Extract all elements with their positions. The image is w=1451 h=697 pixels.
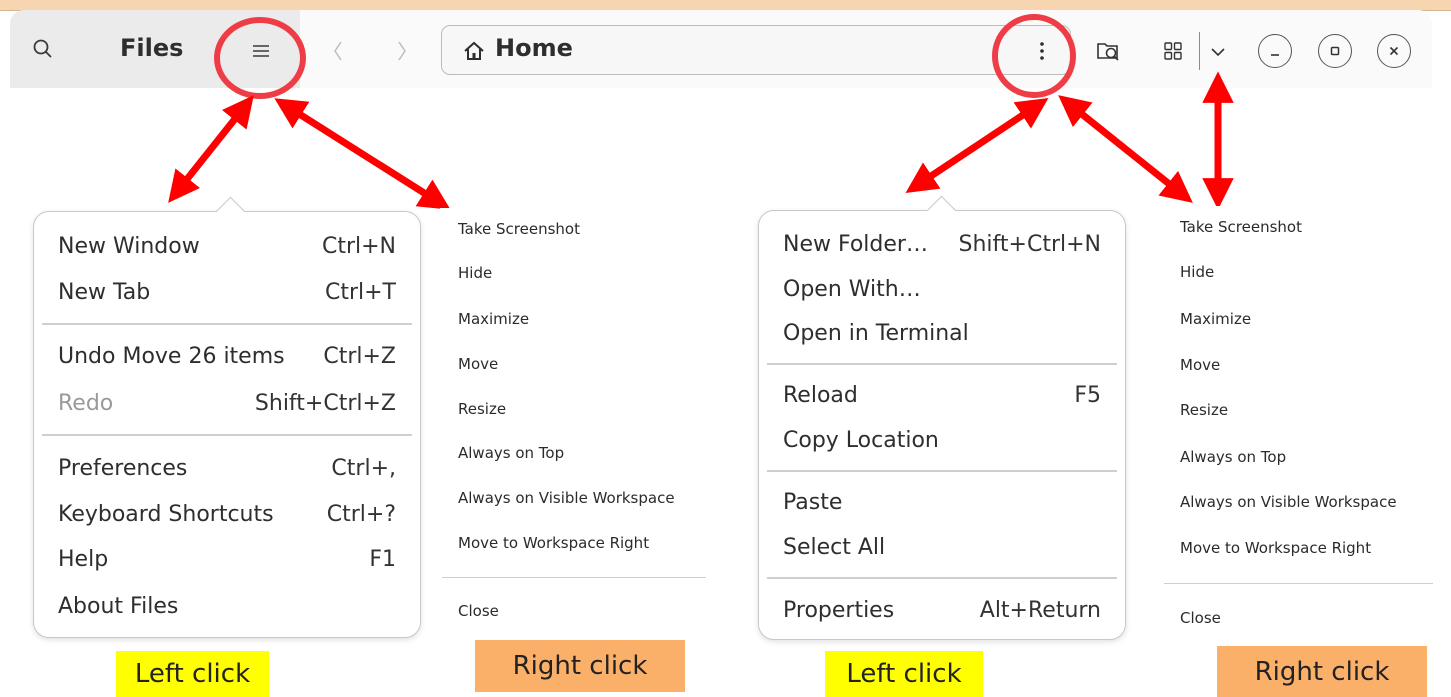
menu-item-label: Redo [58,390,114,416]
ctx-item-hide[interactable]: Hide [1180,263,1214,281]
ctx-item-resize[interactable]: Resize [1180,401,1228,419]
menu-separator [1164,583,1433,584]
menu-separator [42,323,412,325]
menu-item-label: Reload [783,382,858,408]
menu-item-reload[interactable]: Reload F5 [783,375,1101,415]
ctx-item-maximize[interactable]: Maximize [458,310,529,328]
menu-item-accel: Ctrl+N [321,233,396,259]
menu-item-accel: Shift+Ctrl+N [958,231,1101,257]
menu-item-label: Properties [783,597,895,623]
ctx-item-resize[interactable]: Resize [458,400,506,418]
menu-item-label: Copy Location [783,427,939,453]
menu-item-label: New Tab [58,279,151,305]
menu-item-label: Preferences [58,455,188,481]
menu-item-paste[interactable]: Paste [783,482,1101,522]
arrow-hamburger-to-context-menu [274,98,451,210]
menu-item-accel: F5 [1074,382,1101,408]
menu-item-new-window[interactable]: New Window Ctrl+N [58,226,396,266]
menu-item-new-folder[interactable]: New Folder… Shift+Ctrl+N [783,224,1101,264]
kebab-menu-popover: New Folder… Shift+Ctrl+N Open With… Open … [758,195,1126,640]
ctx-item-close[interactable]: Close [1180,609,1221,627]
menu-item-properties[interactable]: Properties Alt+Return [783,590,1101,630]
menu-item-accel: Ctrl+T [324,279,396,305]
menu-separator [767,577,1117,579]
menu-item-new-tab[interactable]: New Tab Ctrl+T [58,272,396,312]
ctx-item-move[interactable]: Move [458,355,498,373]
arrow-kebab-to-right-menu [905,98,1049,193]
window-context-menu-right: Take Screenshot Hide Maximize Move Resiz… [1162,206,1447,646]
ctx-item-always-on-visible-workspace[interactable]: Always on Visible Workspace [1180,493,1397,511]
menu-item-undo[interactable]: Undo Move 26 items Ctrl+Z [58,336,396,376]
ctx-item-take-screenshot[interactable]: Take Screenshot [1180,218,1302,236]
menu-separator [42,434,412,436]
ctx-item-move-to-workspace-right[interactable]: Move to Workspace Right [1180,539,1371,557]
ctx-item-close[interactable]: Close [458,602,499,620]
menu-item-label: Open in Terminal [783,320,969,346]
ctx-item-take-screenshot[interactable]: Take Screenshot [458,220,580,238]
menu-item-preferences[interactable]: Preferences Ctrl+, [58,448,396,488]
menu-item-redo: Redo Shift+Ctrl+Z [58,383,396,423]
ctx-item-always-on-visible-workspace[interactable]: Always on Visible Workspace [458,489,675,507]
menu-item-select-all[interactable]: Select All [783,527,1101,567]
menu-item-keyboard-shortcuts[interactable]: Keyboard Shortcuts Ctrl+? [58,494,396,534]
menu-item-label: New Window [58,233,200,259]
menu-item-accel: Alt+Return [979,597,1101,623]
menu-item-copy-location[interactable]: Copy Location [783,420,1101,460]
menu-item-label: Select All [783,534,886,560]
ctx-item-maximize[interactable]: Maximize [1180,310,1251,328]
ctx-item-hide[interactable]: Hide [458,264,492,282]
hamburger-menu-popover: New Window Ctrl+N New Tab Ctrl+T Undo Move… [33,196,421,638]
caption-left-click: Left click [116,651,269,697]
caption-left-click: Left click [825,651,983,697]
ctx-item-always-on-top[interactable]: Always on Top [458,444,564,462]
menu-item-accel: Ctrl+, [331,455,396,481]
menu-item-open-in-terminal[interactable]: Open in Terminal [783,313,1101,353]
menu-item-label: Paste [783,489,843,515]
menu-separator [767,363,1117,365]
menu-separator [767,470,1117,472]
menu-item-open-with[interactable]: Open With… [783,269,1101,309]
menu-item-help[interactable]: Help F1 [58,539,396,579]
window-context-menu-left: Take Screenshot Hide Maximize Move Resiz… [440,208,720,638]
arrow-kebab-to-context-menu [1058,95,1193,203]
menu-item-accel: Ctrl+Z [323,343,396,369]
menu-item-label: Undo Move 26 items [58,343,285,369]
ctx-item-move[interactable]: Move [1180,356,1220,374]
menu-item-accel: Ctrl+? [326,501,396,527]
menu-item-label: Keyboard Shortcuts [58,501,274,527]
ctx-item-move-to-workspace-right[interactable]: Move to Workspace Right [458,534,649,552]
caption-right-click: Right click [475,640,685,692]
menu-item-accel: F1 [369,546,396,572]
ctx-item-always-on-top[interactable]: Always on Top [1180,448,1286,466]
caption-right-click: Right click [1217,646,1427,697]
menu-item-label: Help [58,546,109,572]
arrow-hamburger-to-left-menu [168,95,254,203]
menu-item-label: Open With… [783,276,921,302]
menu-item-accel: Shift+Ctrl+Z [254,390,396,416]
menu-separator [442,577,706,578]
menu-item-label: New Folder… [783,231,928,257]
menu-item-about-files[interactable]: About Files [58,586,396,626]
menu-item-label: About Files [58,593,179,619]
